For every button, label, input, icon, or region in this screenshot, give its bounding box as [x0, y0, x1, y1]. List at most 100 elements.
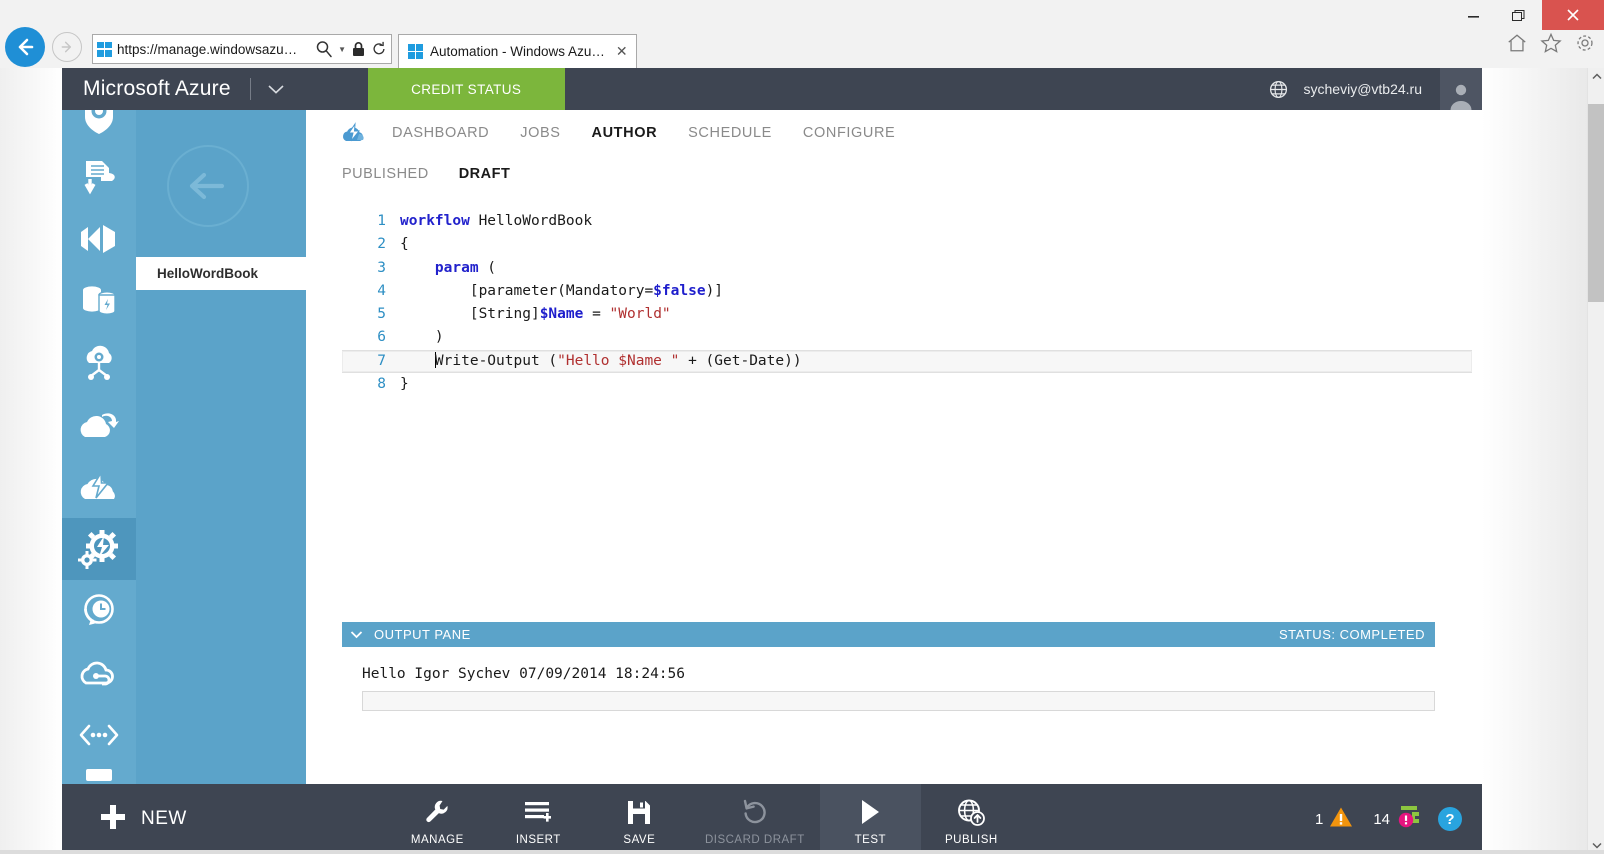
globe-icon[interactable]	[1269, 80, 1288, 99]
save-label: SAVE	[623, 834, 656, 846]
sidebar-item-recovery-services[interactable]	[62, 110, 136, 146]
manage-button[interactable]: MANAGE	[387, 784, 488, 854]
code-text[interactable]: {	[400, 233, 409, 256]
subtab-draft[interactable]: DRAFT	[459, 166, 511, 182]
code-line-active[interactable]: 7 Write-Output ("Hello $Name " + (Get-Da…	[342, 349, 1472, 374]
token-string: "World"	[609, 306, 671, 323]
sidebar-item-backup[interactable]	[62, 146, 136, 208]
output-pane-header[interactable]: OUTPUT PANE STATUS: COMPLETED	[342, 622, 1435, 647]
chevron-down-icon[interactable]	[267, 83, 285, 95]
gear-bolt-icon	[78, 530, 118, 569]
output-pane-body: Hello Igor Sychev 07/09/2014 18:24:56	[342, 647, 1435, 711]
url-text[interactable]: https://manage.windowsazu…	[117, 42, 310, 57]
line-number: 8	[377, 376, 386, 393]
browser-forward-button[interactable]	[52, 32, 82, 62]
code-text[interactable]: )	[400, 326, 444, 349]
resource-back-button[interactable]	[167, 145, 249, 227]
cloud-arrow-icon	[80, 413, 119, 437]
line-number: 2	[377, 236, 386, 253]
sidebar-item-automation[interactable]	[62, 518, 136, 580]
token-keyword: param	[434, 259, 479, 276]
scrollbar-thumb[interactable]	[1588, 104, 1604, 302]
windows-logo-icon	[408, 44, 423, 59]
insert-button[interactable]: INSERT	[488, 784, 589, 854]
refresh-icon[interactable]	[371, 41, 387, 57]
close-icon[interactable]: ✕	[616, 43, 628, 60]
scroll-up-button[interactable]	[1588, 68, 1604, 85]
test-button[interactable]: TEST	[819, 784, 921, 854]
subtab-published[interactable]: PUBLISHED	[342, 166, 429, 182]
tab-author[interactable]: AUTHOR	[592, 125, 658, 141]
sidebar-item-storage[interactable]	[62, 270, 136, 332]
tab-configure[interactable]: CONFIGURE	[803, 125, 895, 141]
browser-tab-automation[interactable]: Automation - Windows Azu… ✕	[398, 34, 637, 68]
sidebar-item-cdn[interactable]	[62, 456, 136, 518]
browser-chrome: https://manage.windowsazu… ▼ Automation …	[0, 0, 1604, 68]
code-line[interactable]: 5 [String]$Name = "World"	[342, 303, 1472, 326]
home-icon[interactable]	[1506, 32, 1528, 59]
tab-title: Automation - Windows Azu…	[430, 44, 605, 59]
tab-dashboard[interactable]: DASHBOARD	[392, 125, 489, 141]
code-line[interactable]: 6 )	[342, 326, 1472, 349]
output-pane: OUTPUT PANE STATUS: COMPLETED Hello Igor…	[342, 622, 1435, 711]
sidebar-item-hdinsight[interactable]	[62, 332, 136, 394]
token-variable: $Name	[539, 306, 584, 323]
lock-icon[interactable]	[351, 41, 366, 57]
discard-draft-button[interactable]: DISCARD DRAFT	[690, 784, 820, 854]
sidebar-item-more[interactable]	[62, 766, 136, 784]
clock-refresh-icon	[84, 594, 114, 625]
output-pane-title: OUTPUT PANE	[374, 627, 471, 642]
new-button[interactable]: NEW	[62, 784, 187, 854]
tab-schedule[interactable]: SCHEDULE	[688, 125, 772, 141]
gear-icon[interactable]	[1574, 32, 1596, 59]
credit-status-button[interactable]: CREDIT STATUS	[367, 68, 565, 110]
sidebar-item-api-management[interactable]	[62, 704, 136, 766]
help-button[interactable]: ?	[1438, 807, 1462, 831]
command-bar-status: 1 14 ?	[1315, 784, 1482, 854]
code-line[interactable]: 2 {	[342, 233, 1472, 256]
output-input[interactable]	[362, 691, 1435, 711]
page-scrollbar[interactable]	[1587, 68, 1604, 854]
sidebar-item-media-services[interactable]	[62, 394, 136, 456]
nav-tabbar: DASHBOARD JOBS AUTHOR SCHEDULE CONFIGURE	[306, 110, 926, 156]
publish-button[interactable]: PUBLISH	[921, 784, 1022, 854]
code-text[interactable]: Write-Output ("Hello $Name " + (Get-Date…	[400, 350, 802, 373]
search-icon[interactable]	[315, 40, 333, 58]
floppy-icon	[627, 798, 651, 826]
code-editor[interactable]: 1 workflow HelloWordBook 2 { 3 param ( 4…	[342, 210, 1472, 592]
sidebar-item-visual-studio[interactable]	[62, 208, 136, 270]
chevron-down-icon[interactable]	[350, 630, 363, 639]
error-status[interactable]: 14	[1373, 805, 1422, 833]
chevron-down-icon[interactable]: ▼	[338, 45, 346, 54]
code-text[interactable]: [parameter(Mandatory=$false)]	[400, 280, 723, 303]
sidebar-item-service-bus[interactable]	[62, 642, 136, 704]
code-text[interactable]: }	[400, 373, 409, 396]
globe-upload-icon	[957, 798, 986, 826]
command-actions: MANAGE INSERT SAVE DISCARD DRAFT TEST PU…	[387, 784, 1022, 854]
account-email[interactable]: sycheviy@vtb24.ru	[1304, 81, 1422, 97]
warning-triangle-icon	[1329, 806, 1353, 832]
resource-name-row[interactable]: HelloWordBook	[136, 257, 306, 290]
save-button[interactable]: SAVE	[589, 784, 690, 854]
token-variable: $false	[653, 282, 706, 299]
code-line[interactable]: 3 param (	[342, 257, 1472, 280]
sidebar-item-scheduler[interactable]	[62, 580, 136, 642]
undo-icon	[742, 798, 768, 826]
code-line[interactable]: 4 [parameter(Mandatory=$false)]	[342, 280, 1472, 303]
address-bar[interactable]: https://manage.windowsazu… ▼	[92, 34, 392, 64]
code-line[interactable]: 8 }	[342, 373, 1472, 396]
browser-back-button[interactable]	[5, 27, 45, 67]
tab-jobs[interactable]: JOBS	[520, 125, 560, 141]
code-text[interactable]: [String]$Name = "World"	[400, 303, 671, 326]
code-line[interactable]: 1 workflow HelloWordBook	[342, 210, 1472, 233]
warning-status[interactable]: 1	[1315, 806, 1353, 832]
star-icon[interactable]	[1540, 32, 1562, 59]
avatar[interactable]	[1440, 68, 1482, 110]
page-left-gutter	[0, 68, 62, 854]
code-text[interactable]: param (	[400, 257, 496, 280]
document-download-icon	[84, 161, 115, 195]
main-content: DASHBOARD JOBS AUTHOR SCHEDULE CONFIGURE…	[306, 110, 1482, 784]
code-text[interactable]: workflow HelloWordBook	[400, 210, 592, 233]
token-paren: (	[478, 259, 497, 276]
